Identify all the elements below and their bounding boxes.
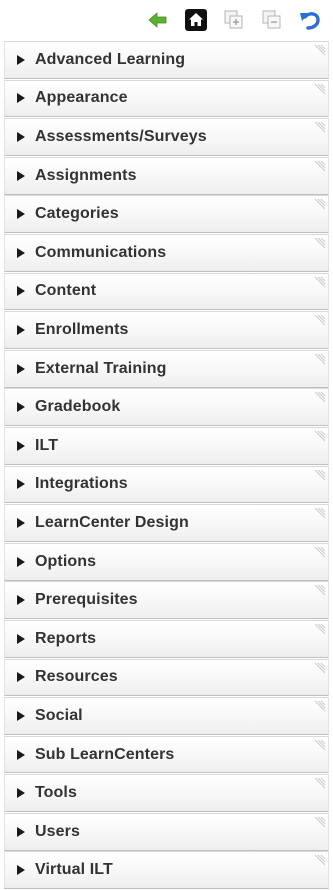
menu-item-ilt[interactable]: ILT — [4, 426, 329, 465]
menu-item-virtual-ilt[interactable]: Virtual ILT — [4, 851, 329, 890]
menu-item-communications[interactable]: Communications — [4, 233, 329, 272]
menu-item-gradebook[interactable]: Gradebook — [4, 388, 329, 427]
menu-item-resources[interactable]: Resources — [4, 658, 329, 697]
back-arrow-icon[interactable] — [145, 7, 171, 33]
menu-item-social[interactable]: Social — [4, 697, 329, 735]
menu-item-content[interactable]: Content — [4, 272, 329, 311]
menu-item-label: Gradebook — [35, 398, 121, 416]
menu-item-appearance[interactable]: Appearance — [4, 79, 329, 118]
drag-grip-icon[interactable] — [312, 623, 326, 637]
expand-arrow-icon — [17, 710, 25, 721]
drag-grip-icon[interactable] — [312, 700, 326, 714]
menu-item-categories[interactable]: Categories — [4, 195, 329, 234]
menu-item-advanced-learning[interactable]: Advanced Learning — [4, 41, 329, 79]
collapse-all-icon[interactable] — [259, 7, 285, 33]
expand-arrow-icon — [17, 170, 25, 181]
drag-grip-icon[interactable] — [312, 314, 326, 328]
menu-item-label: Communications — [35, 243, 167, 261]
expand-arrow-icon — [17, 286, 25, 297]
menu-item-label: Prerequisites — [35, 591, 138, 609]
menu-item-tools[interactable]: Tools — [4, 774, 329, 813]
drag-grip-icon[interactable] — [312, 584, 326, 598]
expand-arrow-icon — [17, 93, 25, 104]
menu-item-label: LearnCenter Design — [35, 514, 189, 532]
menu-item-label: Reports — [35, 629, 97, 647]
menu-item-label: Advanced Learning — [35, 50, 186, 68]
expand-arrow-icon — [17, 518, 25, 529]
menu-item-label: Social — [35, 706, 83, 724]
drag-grip-icon[interactable] — [312, 391, 326, 405]
expand-arrow-icon — [17, 402, 25, 413]
menu-item-label: Sub LearnCenters — [35, 745, 175, 763]
menu-item-options[interactable]: Options — [4, 542, 329, 581]
drag-grip-icon[interactable] — [312, 44, 326, 58]
expand-arrow-icon — [17, 54, 25, 65]
expand-arrow-icon — [17, 363, 25, 374]
drag-grip-icon[interactable] — [312, 198, 326, 212]
drag-grip-icon[interactable] — [312, 83, 326, 97]
menu-item-label: Options — [35, 552, 97, 570]
menu-item-label: Categories — [35, 205, 119, 223]
expand-arrow-icon — [17, 633, 25, 644]
expand-arrow-icon — [17, 595, 25, 606]
drag-grip-icon[interactable] — [312, 854, 326, 868]
expand-arrow-icon — [17, 132, 25, 143]
menu-item-label: Assessments/Surveys — [35, 128, 207, 146]
menu-item-label: Enrollments — [35, 321, 129, 339]
drag-grip-icon[interactable] — [312, 507, 326, 521]
drag-grip-icon[interactable] — [312, 469, 326, 483]
menu-item-integrations[interactable]: Integrations — [4, 465, 329, 504]
drag-grip-icon[interactable] — [312, 121, 326, 135]
expand-arrow-icon — [17, 826, 25, 837]
drag-grip-icon[interactable] — [312, 739, 326, 753]
expand-arrow-icon — [17, 209, 25, 220]
drag-grip-icon[interactable] — [312, 662, 326, 676]
drag-grip-icon[interactable] — [312, 353, 326, 367]
drag-grip-icon[interactable] — [312, 546, 326, 560]
menu-item-label: ILT — [35, 436, 59, 454]
home-icon[interactable] — [183, 7, 209, 33]
expand-arrow-icon — [17, 749, 25, 760]
expand-arrow-icon — [17, 479, 25, 490]
expand-arrow-icon — [17, 788, 25, 799]
expand-arrow-icon — [17, 556, 25, 567]
undo-icon[interactable] — [297, 7, 323, 33]
menu-item-external-training[interactable]: External Training — [4, 349, 329, 388]
expand-arrow-icon — [17, 247, 25, 258]
menu-item-learncenter-design[interactable]: LearnCenter Design — [4, 504, 329, 542]
menu-item-label: Virtual ILT — [35, 861, 113, 879]
expand-arrow-icon — [17, 325, 25, 336]
settings-menu: Advanced Learning Appearance Assessments/S… — [4, 41, 329, 890]
menu-item-label: Tools — [35, 784, 77, 802]
toolbar — [0, 0, 333, 40]
menu-item-label: Appearance — [35, 89, 128, 107]
drag-grip-icon[interactable] — [312, 777, 326, 791]
menu-item-assessments-surveys[interactable]: Assessments/Surveys — [4, 118, 329, 156]
menu-item-label: External Training — [35, 359, 167, 377]
menu-item-enrollments[interactable]: Enrollments — [4, 311, 329, 349]
drag-grip-icon[interactable] — [312, 237, 326, 251]
menu-item-users[interactable]: Users — [4, 812, 329, 851]
drag-grip-icon[interactable] — [312, 276, 326, 290]
expand-arrow-icon — [17, 865, 25, 876]
menu-item-assignments[interactable]: Assignments — [4, 156, 329, 195]
drag-grip-icon[interactable] — [312, 816, 326, 830]
expand-all-icon[interactable] — [221, 7, 247, 33]
drag-grip-icon[interactable] — [312, 430, 326, 444]
drag-grip-icon[interactable] — [312, 160, 326, 174]
menu-item-label: Content — [35, 282, 97, 300]
menu-item-label: Users — [35, 822, 80, 840]
menu-item-reports[interactable]: Reports — [4, 619, 329, 658]
menu-item-label: Integrations — [35, 475, 128, 493]
menu-item-label: Resources — [35, 668, 118, 686]
expand-arrow-icon — [17, 672, 25, 683]
menu-item-label: Assignments — [35, 166, 137, 184]
expand-arrow-icon — [17, 440, 25, 451]
menu-item-sub-learncenters[interactable]: Sub LearnCenters — [4, 735, 329, 774]
menu-item-prerequisites[interactable]: Prerequisites — [4, 581, 329, 620]
